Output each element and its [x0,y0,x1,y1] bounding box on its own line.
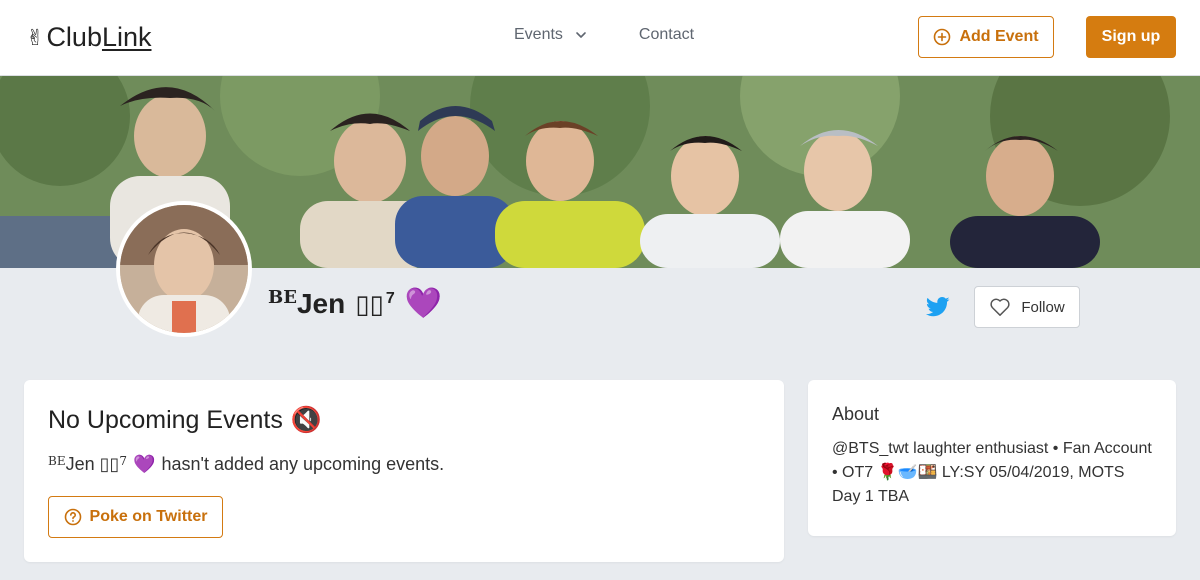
about-title: About [832,404,880,424]
upcoming-events-card: No Upcoming Events 🔇 BE Jen ▯▯ 7 💜 hasn'… [24,380,784,562]
name-suffix-sup: 7 [385,290,395,307]
logo-text-club: Club [46,22,102,52]
about-card: About @BTS_twt laughter enthusiast • Fan… [808,380,1176,536]
name-prefix-sup: BE [268,287,297,308]
twitter-icon[interactable] [926,296,950,318]
nav-events-label: Events [514,26,563,43]
desc-name: Jen ▯▯ [65,454,120,474]
nav-contact-link[interactable]: Contact [639,26,694,44]
avatar-photo [120,205,248,333]
desc-prefix-sup: BE [48,454,66,468]
events-title-text: No Upcoming Events [48,406,283,434]
plus-circle-icon [934,28,951,46]
heart-outline-icon [990,298,1010,316]
add-event-button[interactable]: Add Event [918,16,1054,58]
name-glyphs: ▯▯ [355,289,384,319]
desc-suffix-sup: 7 [119,454,128,468]
events-title: No Upcoming Events 🔇 [48,406,322,435]
poke-label: Poke on Twitter [89,508,208,525]
follow-button[interactable]: Follow [974,286,1080,328]
profile-avatar [116,201,252,337]
follow-label: Follow [1021,298,1065,316]
sign-up-label: Sign up [1101,28,1161,45]
profile-name: BE Jen ▯▯ 7 💜 [268,286,442,321]
desc-text: hasn't added any upcoming events. [161,454,445,474]
desc-heart-icon: 💜 [133,454,156,474]
about-text: @BTS_twt laughter enthusiast • Fan Accou… [832,440,1152,505]
peace-hand-icon: ✌ [26,24,45,50]
top-navbar: ✌ Club Link Events Contact Add Event Sig… [0,0,1200,76]
question-circle-icon [64,508,81,526]
chevron-down-icon [576,32,586,38]
muted-speaker-icon: 🔇 [290,406,322,434]
poke-on-twitter-button[interactable]: Poke on Twitter [48,496,223,538]
sign-up-button[interactable]: Sign up [1086,16,1176,58]
logo-text-link: Link [101,22,152,52]
purple-heart-icon: 💜 [404,287,443,320]
add-event-label: Add Event [959,28,1039,45]
nav-events-dropdown[interactable]: Events [514,26,589,44]
main-nav: Events Contact [514,26,694,44]
events-description: BE Jen ▯▯ 7 💜 hasn't added any upcoming … [48,454,444,475]
nav-contact-label: Contact [638,26,695,43]
name-main: Jen [296,288,346,319]
clublink-logo[interactable]: ✌ Club Link [26,22,152,53]
